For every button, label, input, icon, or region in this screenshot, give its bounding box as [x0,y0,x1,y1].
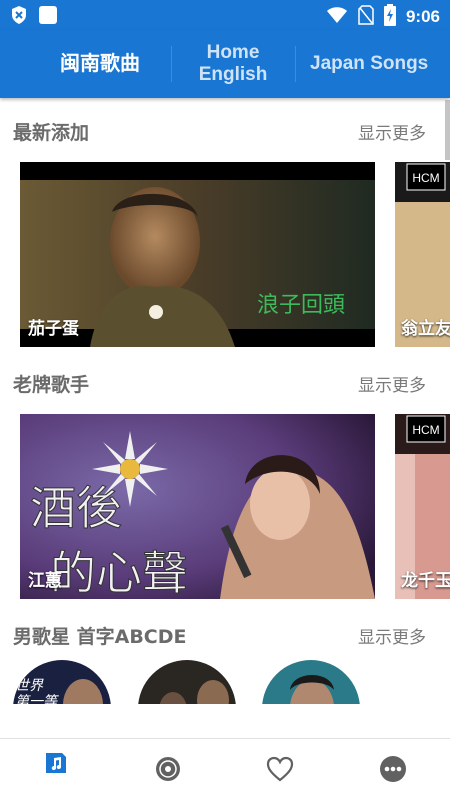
artist-label: 茄子蛋 [28,319,79,339]
music-note-icon[interactable] [40,747,72,779]
tab-home-english[interactable]: Home English [172,30,294,98]
section-title: 老牌歌手 [13,374,90,396]
tab-japan-songs[interactable]: Japan Songs [310,30,450,98]
tab-divider [295,46,296,82]
section-title: 男歌星 首字ABCDE [13,626,187,648]
app-square-icon [38,5,58,29]
artist-avatar[interactable] [262,660,360,704]
tab-minnan-songs[interactable]: 闽南歌曲 [30,30,170,98]
artist-label: 江蕙 [28,571,62,591]
bottom-navigation [0,738,450,801]
clock: 9:06 [405,7,440,26]
artist-label: 龙千玉 [401,571,450,591]
album-card[interactable]: 浪子回頭 茄子蛋 [20,162,375,347]
show-more-link[interactable]: 显示更多 [358,371,426,396]
section-header-male-singers: 男歌星 首字ABCDE 显示更多 [0,614,450,654]
section-title: 最新添加 [13,122,90,144]
album-card[interactable]: 酒後的心聲 江蕙 [20,414,375,599]
section-header-veteran: 老牌歌手 显示更多 [0,362,450,402]
section-header-latest: 最新添加 显示更多 [0,110,450,150]
artist-circle-row: 世界第一等 [0,660,450,704]
show-more-link[interactable]: 显示更多 [358,623,426,648]
album-thumbnail: 酒後的心聲 [20,414,375,599]
battery-charging-icon [383,4,396,30]
artist-label: 翁立友 [401,319,450,339]
artist-avatar[interactable] [138,660,236,704]
shield-x-icon [10,5,28,29]
album-overlay-text: 浪子回頭 [257,293,345,318]
more-dots-icon[interactable] [377,753,409,785]
vinyl-disc-icon[interactable] [152,753,184,785]
artist-avatar[interactable]: 世界第一等 [13,660,111,704]
svg-text:HCM: HCM [412,171,439,185]
category-tab-bar: 闽南歌曲 Home English Japan Songs [0,30,450,98]
show-more-link[interactable]: 显示更多 [358,119,426,144]
album-card[interactable]: HCM 龙千玉 [395,414,450,599]
status-bar: 9:06 [0,0,450,30]
heart-icon[interactable] [264,753,296,785]
wifi-icon [326,6,348,28]
no-sim-icon [358,5,374,29]
svg-text:HCM: HCM [412,423,439,437]
album-card[interactable]: HCM 翁立友 [395,162,450,347]
